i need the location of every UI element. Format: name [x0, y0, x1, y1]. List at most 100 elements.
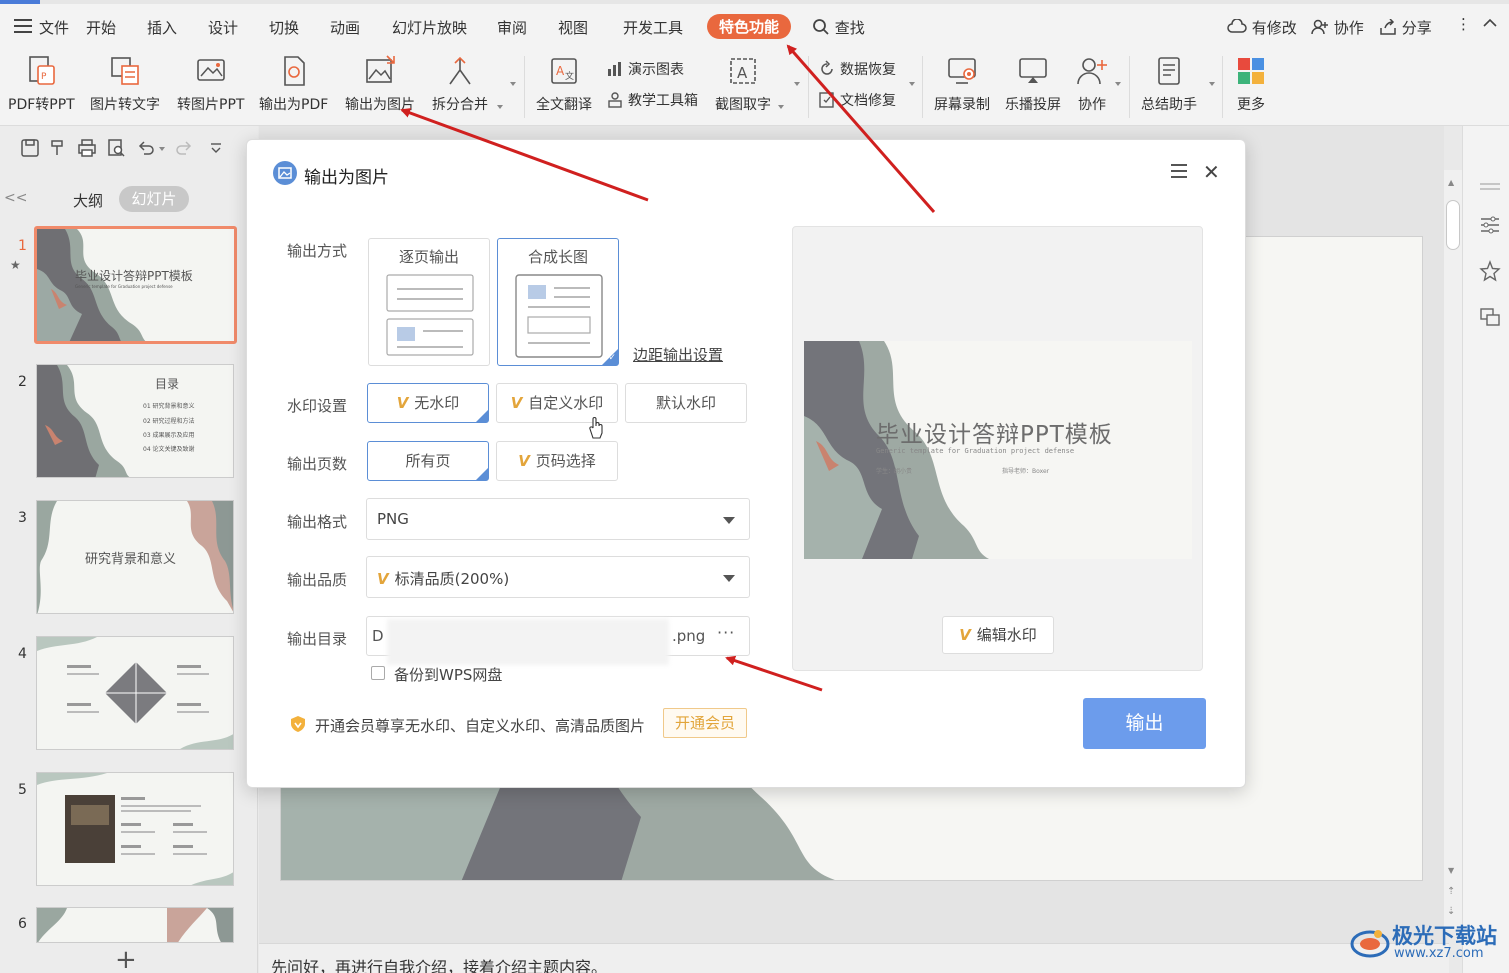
- no-watermark-option[interactable]: V 无水印: [367, 383, 489, 423]
- edit-watermark-button[interactable]: V 编辑水印: [942, 616, 1054, 654]
- export-pdf-button[interactable]: 输出为PDF: [259, 54, 328, 114]
- revisions-button[interactable]: 有修改: [1227, 17, 1297, 38]
- option-per-page[interactable]: 逐页输出: [368, 238, 490, 366]
- slide-thumbnail-5[interactable]: [36, 772, 234, 886]
- menu-view[interactable]: 视图: [558, 17, 588, 38]
- add-slide-icon[interactable]: +: [115, 945, 137, 973]
- search-button[interactable]: 查找: [812, 17, 865, 38]
- slide-thumbnail-3[interactable]: 研究背景和意义: [36, 500, 234, 614]
- menu-slideshow[interactable]: 幻灯片放映: [392, 17, 467, 38]
- demo-chart-button[interactable]: 演示图表: [606, 59, 684, 79]
- menu-developer[interactable]: 开发工具: [623, 17, 683, 38]
- data-recovery-button[interactable]: 数据恢复: [818, 59, 896, 79]
- tab-strip: [0, 0, 1509, 4]
- menu-special-features[interactable]: 特色功能: [707, 14, 792, 39]
- menu-animation[interactable]: 动画: [330, 17, 360, 38]
- pdf-to-ppt-button[interactable]: P PDF转PPT: [8, 54, 75, 114]
- slide-thumbnail-1[interactable]: 毕业设计答辩PPT模板 Generic template for Graduat…: [34, 226, 237, 344]
- group-more-icon[interactable]: [510, 82, 516, 86]
- split-merge-button[interactable]: 拆分合并: [432, 54, 488, 114]
- menu-review[interactable]: 审阅: [497, 17, 527, 38]
- option-long-image[interactable]: 合成长图 ✓: [497, 238, 619, 366]
- redo-icon[interactable]: [174, 138, 194, 158]
- menu-design[interactable]: 设计: [208, 17, 238, 38]
- screenshot-dropdown-icon[interactable]: [778, 105, 784, 109]
- vertical-scrollbar[interactable]: ▲ ▼ ⇡ ⇣: [1444, 170, 1462, 930]
- ribbon-toolbar: P PDF转PPT 图片转文字 转图片PPT 输出为PDF 输出为图片 拆分合并…: [0, 48, 1509, 126]
- to-image-ppt-button[interactable]: 转图片PPT: [177, 54, 244, 114]
- right-sidebar: [1462, 126, 1509, 973]
- star-icon: ★: [10, 258, 21, 272]
- tab-slides[interactable]: 幻灯片: [119, 186, 189, 212]
- open-vip-button[interactable]: 开通会员: [663, 708, 747, 738]
- collaborate-button[interactable]: 协作: [1311, 17, 1364, 38]
- scroll-up-icon[interactable]: ▲: [1448, 178, 1454, 187]
- dialog-menu-icon[interactable]: [1171, 164, 1187, 178]
- save-icon[interactable]: [20, 138, 40, 158]
- screen-record-icon: [948, 58, 976, 84]
- cast-screen-button[interactable]: 乐播投屏: [1005, 54, 1061, 114]
- customize-chevron-icon[interactable]: [206, 138, 226, 158]
- summary-assistant-button[interactable]: 总结助手: [1141, 54, 1197, 114]
- screenshot-text-button[interactable]: A 截图取字: [715, 54, 771, 114]
- split-merge-dropdown-icon[interactable]: [497, 105, 503, 109]
- slide-thumbnail-6[interactable]: [36, 907, 234, 943]
- all-pages-option[interactable]: 所有页: [367, 441, 489, 481]
- vip-promo-text: 开通会员尊享无水印、自定义水印、高清品质图片: [315, 717, 646, 735]
- close-icon[interactable]: ✕: [1203, 160, 1220, 184]
- format-painter-icon[interactable]: [48, 138, 68, 158]
- translate-icon: A文: [551, 58, 577, 84]
- collapse-panel-icon[interactable]: <<: [4, 190, 27, 206]
- page-select-option[interactable]: V 页码选择: [496, 441, 618, 481]
- collapse-ribbon-icon[interactable]: [1482, 15, 1498, 33]
- group2-more-icon[interactable]: [794, 82, 800, 86]
- group3-more-icon[interactable]: [909, 82, 915, 86]
- scroll-down-icon[interactable]: ▼: [1448, 866, 1454, 875]
- notes-pane[interactable]: 先问好，再进行自我介绍，接着介绍主题内容。: [259, 943, 1449, 973]
- browse-more-icon[interactable]: ···: [717, 623, 735, 642]
- share-button[interactable]: 分享: [1379, 17, 1432, 38]
- undo-dropdown-icon[interactable]: [159, 147, 165, 151]
- menu-file[interactable]: 文件: [39, 17, 69, 38]
- print-icon[interactable]: [77, 138, 97, 158]
- share-label: 分享: [1401, 19, 1432, 37]
- screenshot-text-icon: A: [730, 58, 756, 84]
- teaching-toolbox-button[interactable]: 教学工具箱: [606, 90, 698, 110]
- properties-icon[interactable]: [1479, 214, 1501, 236]
- slide-thumbnail-4[interactable]: [36, 636, 234, 750]
- full-translate-button[interactable]: A文 全文翻译: [536, 54, 592, 114]
- undo-icon[interactable]: [136, 138, 156, 158]
- ribbon-collaborate-button[interactable]: 协作: [1075, 54, 1109, 114]
- more-vertical-icon[interactable]: ⋮: [1456, 15, 1471, 33]
- group5-more-icon[interactable]: [1209, 82, 1215, 86]
- format-select[interactable]: PNG: [366, 498, 750, 540]
- screen-record-button[interactable]: 屏幕录制: [934, 54, 990, 114]
- menu-home[interactable]: 开始: [86, 17, 116, 38]
- svg-text:文: 文: [565, 70, 574, 82]
- drag-handle-icon[interactable]: [1480, 182, 1500, 192]
- transition-icon[interactable]: [1479, 306, 1501, 328]
- export-button[interactable]: 输出: [1083, 698, 1206, 749]
- selected-check-icon: ✓: [602, 349, 618, 365]
- menu-transition[interactable]: 切换: [269, 17, 299, 38]
- margin-settings-link[interactable]: 边距输出设置: [633, 344, 723, 365]
- next-slide-icon[interactable]: ⇣: [1447, 906, 1455, 917]
- group4-more-icon[interactable]: [1115, 82, 1121, 86]
- more-button[interactable]: 更多: [1234, 54, 1268, 114]
- doc-repair-button[interactable]: 文档修复: [818, 90, 896, 110]
- animation-star-icon[interactable]: [1479, 260, 1501, 282]
- user-plus-icon: [1311, 19, 1328, 35]
- tab-outline[interactable]: 大纲: [73, 190, 103, 211]
- image-to-text-button[interactable]: 图片转文字: [90, 54, 160, 114]
- backup-checkbox[interactable]: [371, 666, 385, 680]
- default-watermark-option[interactable]: 默认水印: [625, 383, 747, 423]
- print-preview-icon[interactable]: [106, 138, 126, 158]
- hamburger-icon[interactable]: [14, 19, 32, 33]
- slide-thumbnail-2[interactable]: 目录 01 研究背景和意义 02 研究过程和方法 03 成果展示及应用 04 论…: [36, 364, 234, 478]
- scrollbar-thumb[interactable]: [1446, 200, 1460, 250]
- prev-slide-icon[interactable]: ⇡: [1447, 886, 1455, 897]
- quality-select[interactable]: V 标清品质(200%): [366, 556, 750, 598]
- menu-insert[interactable]: 插入: [147, 17, 177, 38]
- export-image-button[interactable]: 输出为图片: [345, 54, 415, 114]
- output-path-field[interactable]: D .png ···: [366, 616, 750, 665]
